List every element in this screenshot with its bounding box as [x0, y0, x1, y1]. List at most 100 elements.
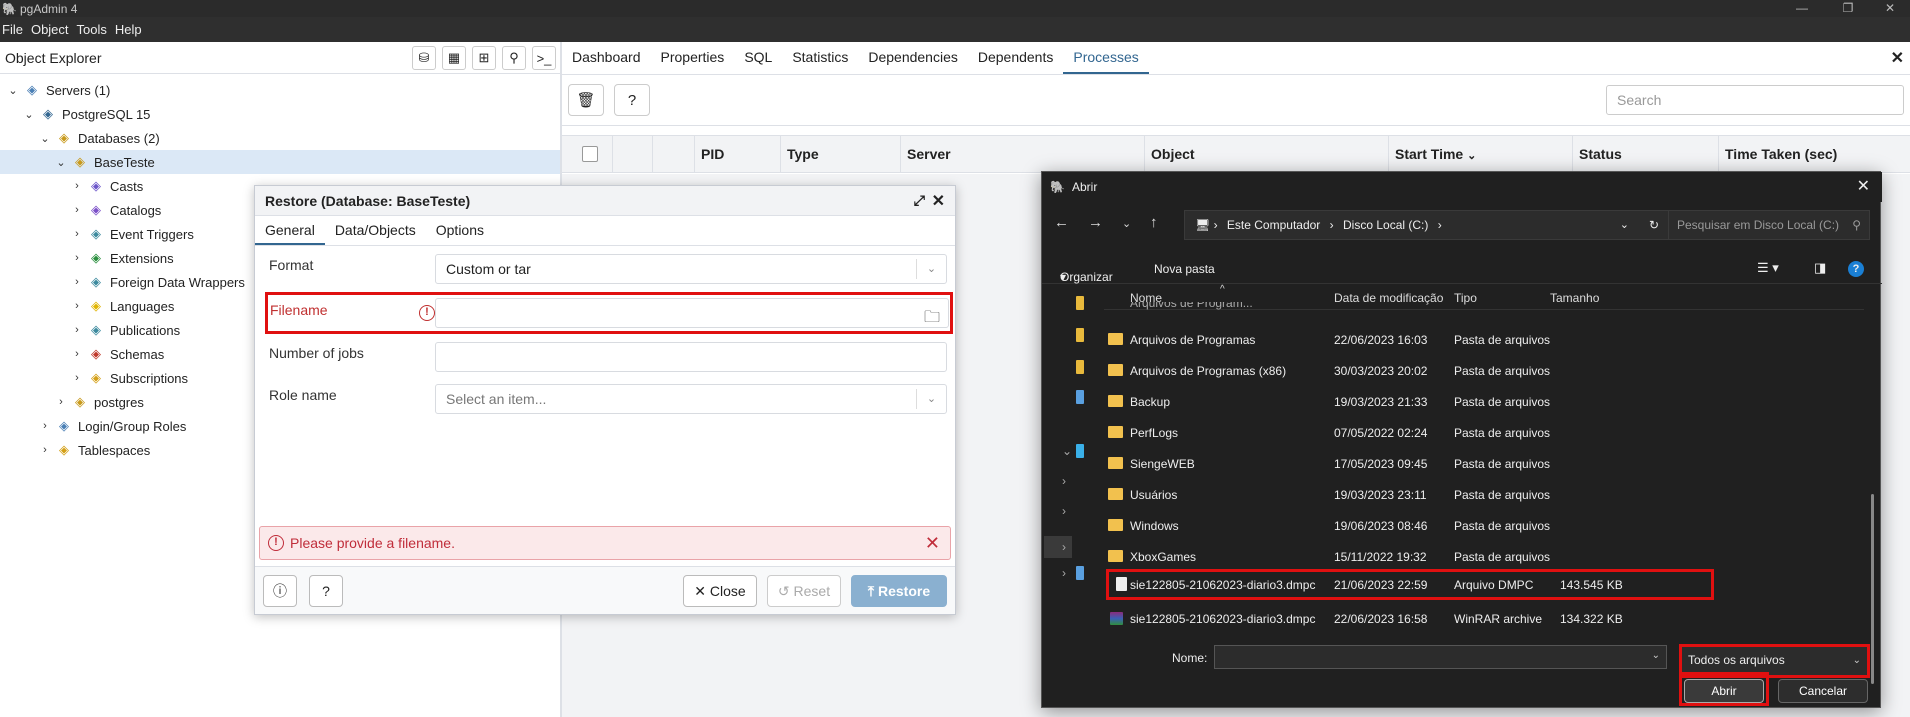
format-select[interactable]: Custom or tar ⌄ — [435, 254, 947, 284]
back-icon[interactable]: ← — [1054, 214, 1069, 231]
nav-cloud-icon[interactable] — [1076, 390, 1084, 404]
expand-icon[interactable]: ⤢ — [914, 192, 925, 209]
nome-input[interactable]: ⌄ — [1214, 645, 1667, 669]
tree-item[interactable]: ⌄ ◈ Databases (2) — [0, 126, 560, 150]
jobs-input[interactable] — [435, 342, 947, 372]
expand-chevron-icon[interactable]: › — [1062, 566, 1066, 580]
close-tab-icon[interactable]: ✕ — [1891, 48, 1904, 68]
nav-folder-icon[interactable] — [1076, 296, 1084, 310]
col-server[interactable]: Server — [900, 136, 1144, 172]
expand-chevron-icon[interactable]: › — [1062, 474, 1066, 488]
delete-icon[interactable]: 🗑 — [568, 84, 604, 116]
expand-chevron-icon[interactable]: › — [1062, 504, 1066, 518]
help-icon[interactable]: ? — [309, 575, 343, 607]
col-time-taken[interactable]: Time Taken (sec) — [1718, 136, 1910, 172]
preview-pane-icon[interactable]: ◨ — [1814, 260, 1826, 276]
breadcrumb-disk[interactable]: Disco Local (C:) — [1343, 218, 1428, 232]
chevron-right-icon[interactable]: › — [38, 420, 52, 432]
expand-chevron-icon[interactable]: › — [1044, 536, 1072, 558]
chevron-right-icon[interactable]: › — [70, 300, 84, 312]
nav-folder-icon[interactable] — [1076, 360, 1084, 374]
col-object[interactable]: Object — [1144, 136, 1388, 172]
filtered-rows-icon[interactable]: ⊞ — [472, 46, 496, 70]
file-row[interactable]: SiengeWEB 17/05/2023 09:45 Pasta de arquiv… — [1104, 448, 1864, 479]
tab-data-objects[interactable]: Data/Objects — [325, 216, 426, 245]
chevron-right-icon[interactable]: › — [70, 180, 84, 192]
chevron-right-icon[interactable]: › — [70, 228, 84, 240]
file-row[interactable]: sie122805-21062023-diario3.dmpc 21/06/202… — [1106, 569, 1714, 600]
processes-search-input[interactable]: Search — [1606, 85, 1904, 115]
expand-chevron-icon[interactable]: ⌄ — [1062, 444, 1072, 458]
breadcrumb-computer[interactable]: Este Computador — [1227, 218, 1320, 232]
dismiss-error-icon[interactable]: ✕ — [925, 527, 940, 559]
file-row[interactable]: Usuários 19/03/2023 23:11 Pasta de arquivo… — [1104, 479, 1864, 510]
maximize-button[interactable]: ❐ — [1828, 0, 1868, 17]
open-dialog-titlebar[interactable]: 🐘 Abrir — [1042, 172, 1882, 202]
tree-item[interactable]: ⌄ ◈ Servers (1) — [0, 78, 560, 102]
address-bar[interactable]: 🖥 › Este Computador › Disco Local (C:) ›… — [1184, 210, 1670, 240]
file-row[interactable]: Arquivos de Programas 22/06/2023 16:03 Pas… — [1104, 324, 1864, 355]
info-icon[interactable]: ⓘ — [263, 575, 297, 607]
file-row[interactable]: Arquivos de Programas (x86) 30/03/2023 20… — [1104, 355, 1864, 386]
chevron-down-icon[interactable]: ⌄ — [6, 84, 20, 97]
minimize-button[interactable]: — — [1782, 0, 1822, 17]
menu-help[interactable]: Help — [115, 22, 150, 37]
chevron-right-icon[interactable]: › — [70, 324, 84, 336]
open-button[interactable]: Abrir — [1684, 679, 1764, 703]
file-row[interactable]: XboxGames 15/11/2022 19:32 Pasta de arquiv… — [1104, 541, 1864, 572]
recent-chevron-icon[interactable]: ⌄ — [1122, 217, 1131, 230]
nav-network-icon[interactable] — [1076, 566, 1084, 580]
cancel-button[interactable]: Cancelar — [1778, 679, 1868, 703]
select-all-checkbox[interactable] — [582, 146, 598, 162]
help-icon[interactable]: ? — [1848, 261, 1864, 277]
col-start-time[interactable]: Start Time ⌄ — [1388, 136, 1572, 172]
search-objects-icon[interactable]: ⚲ — [502, 46, 526, 70]
query-tool-icon[interactable]: ⛁ — [412, 46, 436, 70]
chevron-right-icon[interactable]: › — [70, 348, 84, 360]
close-icon[interactable]: ✕ — [932, 191, 945, 211]
view-data-icon[interactable]: ▦ — [442, 46, 466, 70]
tab-dependents[interactable]: Dependents — [968, 42, 1064, 74]
chevron-right-icon[interactable]: › — [70, 252, 84, 264]
tab-options[interactable]: Options — [426, 216, 494, 245]
window-close-button[interactable]: ✕ — [1870, 0, 1910, 17]
open-search-input[interactable]: Pesquisar em Disco Local (C:) ⚲ — [1668, 210, 1870, 240]
file-row[interactable]: Backup 19/03/2023 21:33 Pasta de arquivos — [1104, 386, 1864, 417]
menu-tools[interactable]: Tools — [77, 22, 115, 37]
tab-dashboard[interactable]: Dashboard — [562, 42, 651, 74]
col-status[interactable]: Status — [1572, 136, 1718, 172]
restore-dialog-header[interactable]: Restore (Database: BaseTeste) ⤢ ✕ — [255, 186, 955, 216]
chevron-down-icon[interactable]: ⌄ — [54, 156, 68, 169]
close-button[interactable]: ✕ Close — [683, 575, 757, 607]
restore-button[interactable]: ⤒ Restore — [851, 575, 947, 607]
filename-input[interactable]: 🗀 — [435, 298, 949, 328]
tree-item[interactable]: ⌄ ◈ PostgreSQL 15 — [0, 102, 560, 126]
chevron-right-icon[interactable]: › — [70, 276, 84, 288]
folder-browse-icon[interactable]: 🗀 — [924, 304, 940, 332]
chevron-right-icon[interactable]: › — [70, 204, 84, 216]
view-options-icon[interactable]: ☰ ▾ — [1757, 260, 1779, 276]
chevron-right-icon[interactable]: › — [70, 372, 84, 384]
col-type[interactable]: Type — [780, 136, 900, 172]
tab-sql[interactable]: SQL — [734, 42, 782, 74]
menu-file[interactable]: File — [0, 22, 31, 37]
file-row[interactable]: Windows 19/06/2023 08:46 Pasta de arquivos — [1104, 510, 1864, 541]
chevron-right-icon[interactable]: › — [54, 396, 68, 408]
forward-icon[interactable]: → — [1088, 214, 1103, 231]
refresh-icon[interactable]: ↻ — [1649, 211, 1659, 239]
chevron-down-icon[interactable]: ⌄ — [1652, 650, 1660, 661]
tab-dependencies[interactable]: Dependencies — [858, 42, 968, 74]
tab-general[interactable]: General — [255, 216, 325, 245]
new-folder-button[interactable]: Nova pasta — [1154, 262, 1215, 276]
up-icon[interactable]: ↑ — [1150, 214, 1158, 231]
tab-properties[interactable]: Properties — [651, 42, 735, 74]
reset-button[interactable]: ↺ Reset — [767, 575, 841, 607]
nav-pc-icon[interactable] — [1076, 444, 1084, 458]
role-select[interactable]: Select an item... ⌄ — [435, 384, 947, 414]
file-row[interactable]: PerfLogs 07/05/2022 02:24 Pasta de arquivo… — [1104, 417, 1864, 448]
partial-file-row[interactable]: Arquivos de Program... — [1104, 302, 1864, 314]
chevron-right-icon[interactable]: › — [38, 444, 52, 456]
nav-folder-icon[interactable] — [1076, 328, 1084, 342]
tab-processes[interactable]: Processes — [1063, 42, 1149, 74]
help-icon[interactable]: ? — [614, 84, 650, 116]
